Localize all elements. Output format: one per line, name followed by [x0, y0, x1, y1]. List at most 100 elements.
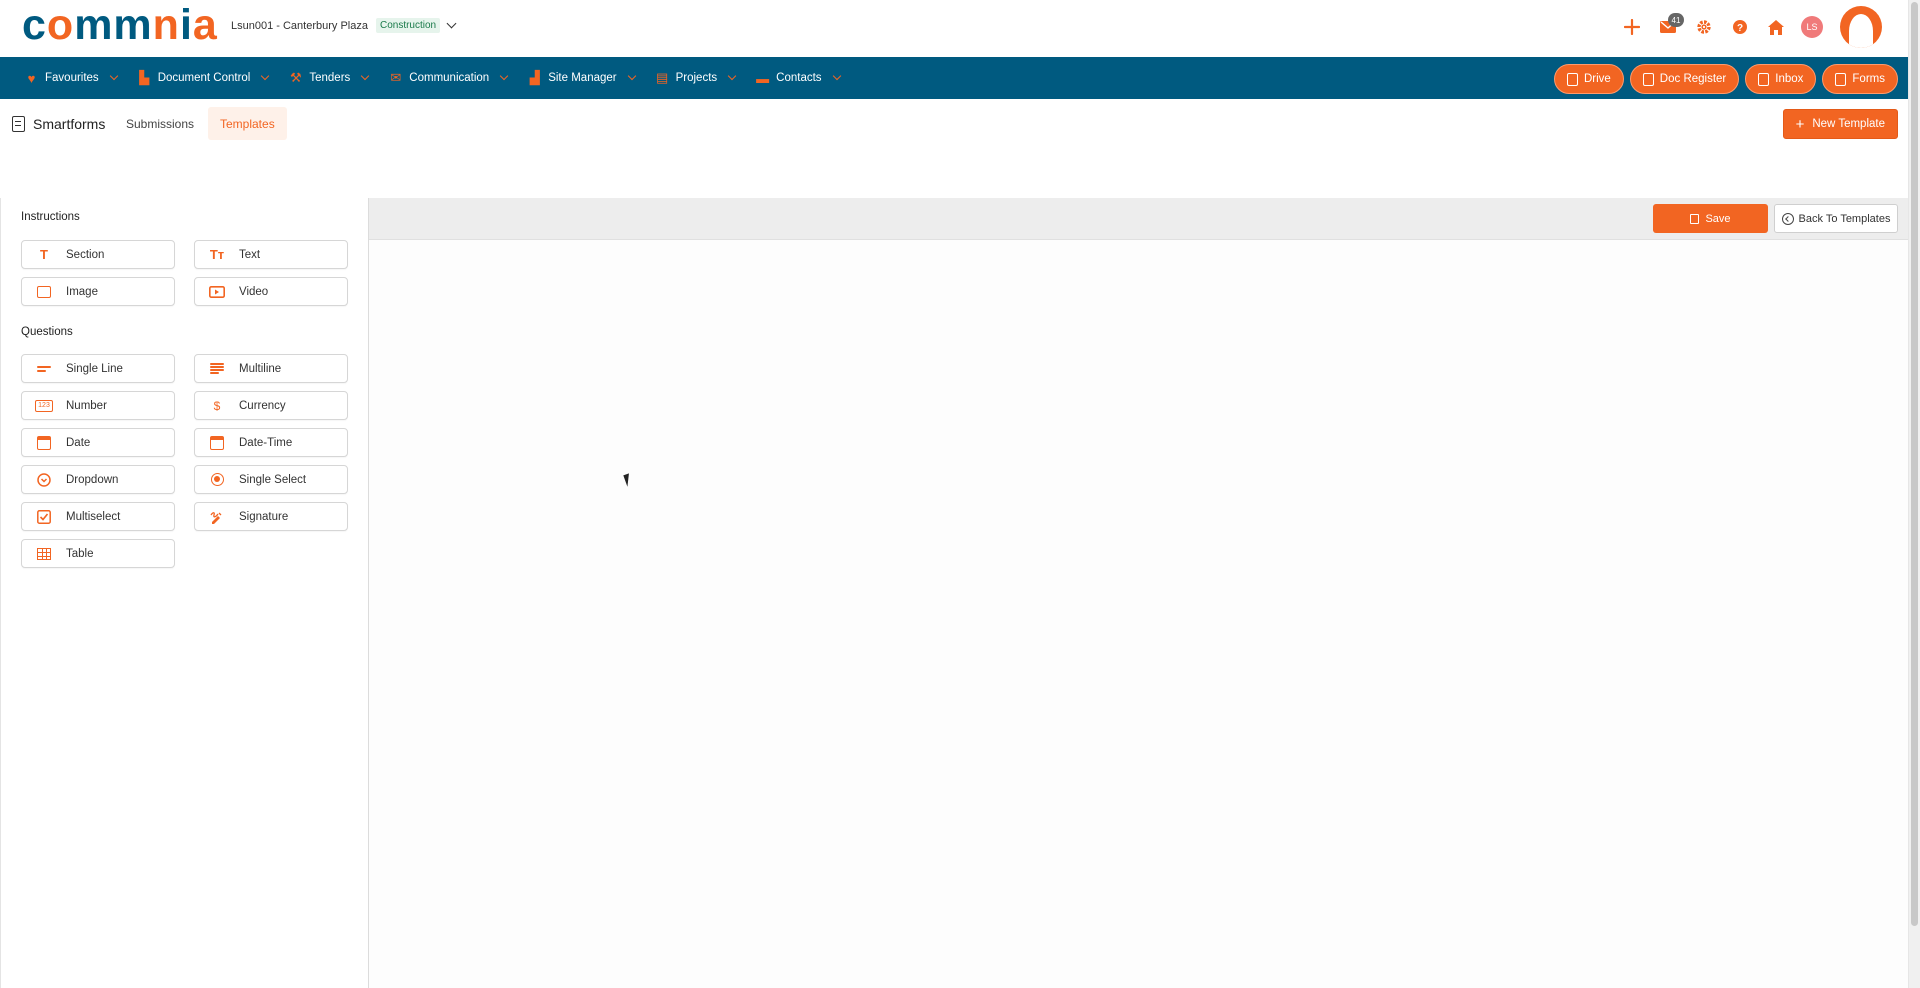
main-navigation: ♥ Favourites ▙ Document Control ⚒ Tender…: [0, 57, 1908, 99]
inbox-button[interactable]: Inbox: [1745, 64, 1817, 94]
palette-currency-button[interactable]: $ Currency: [194, 391, 348, 420]
smartforms-subheader: Smartforms Submissions Templates + New T…: [0, 99, 1908, 149]
nav-label: Communication: [409, 72, 490, 84]
plus-icon[interactable]: [1614, 9, 1650, 45]
palette-video-button[interactable]: Video: [194, 277, 348, 306]
palette-date-button[interactable]: Date: [21, 428, 175, 457]
palette-table-button[interactable]: Table: [21, 539, 175, 568]
user-initials: LS: [1801, 16, 1823, 38]
chevron-down-icon: [446, 18, 457, 29]
nav-label: Tenders: [309, 72, 351, 84]
date-time-icon: [195, 435, 239, 450]
contacts-icon: ▬: [756, 70, 770, 86]
page-scrollbar[interactable]: [1908, 0, 1920, 988]
drive-button[interactable]: Drive: [1553, 64, 1624, 94]
palette-button-label: Multiselect: [66, 510, 121, 523]
page-title-text: Smartforms: [33, 116, 106, 132]
back-to-templates-button[interactable]: Back To Templates: [1774, 204, 1898, 233]
nav-contacts[interactable]: ▬ Contacts: [753, 57, 847, 99]
heart-icon: ♥: [27, 70, 36, 86]
date-icon: [22, 435, 66, 450]
nav-document-control[interactable]: ▙ Document Control: [135, 57, 277, 99]
palette-button-label: Single Line: [66, 362, 123, 375]
tab-submissions[interactable]: Submissions: [114, 107, 206, 140]
currency-icon-text: $: [213, 398, 221, 413]
palette-image-button[interactable]: Image: [21, 277, 175, 306]
help-icon[interactable]: ?: [1722, 9, 1758, 45]
palette-date-time-button[interactable]: Date-Time: [194, 428, 348, 457]
forms-button[interactable]: Forms: [1822, 64, 1898, 94]
gavel-icon: ⚒: [290, 70, 302, 85]
text-icon: Tт: [209, 247, 225, 262]
top-header: commnia Lsun001 - Canterbury Plaza Const…: [0, 0, 1908, 57]
forms-label: Forms: [1852, 73, 1885, 85]
nav-label: Site Manager: [548, 72, 617, 84]
doc-register-button[interactable]: Doc Register: [1629, 64, 1740, 94]
user-avatar[interactable]: LS: [1794, 9, 1830, 45]
header-actions: 41 ? LS: [1614, 6, 1882, 48]
chevron-down-icon: [627, 71, 636, 81]
field-palette: Instructions T Section Tт Text Image Vid…: [0, 198, 369, 988]
palette-multiselect-button[interactable]: Multiselect: [21, 502, 175, 531]
register-icon: [1642, 72, 1654, 86]
save-label: Save: [1705, 212, 1731, 225]
projects-icon: ▤: [655, 70, 669, 85]
home-icon[interactable]: [1758, 9, 1794, 45]
page-title: Smartforms: [12, 116, 105, 132]
table-icon: [22, 547, 66, 560]
chevron-down-icon: [109, 71, 118, 81]
palette-text-button[interactable]: Tт Text: [194, 240, 348, 269]
palette-button-label: Single Select: [239, 473, 307, 486]
scrollbar-thumb[interactable]: [1911, 2, 1918, 926]
template-canvas[interactable]: Save Back To Templates: [369, 198, 1908, 988]
nav-projects[interactable]: ▤ Projects: [653, 57, 744, 99]
palette-button-label: Image: [66, 285, 98, 298]
gear-icon[interactable]: [1686, 9, 1722, 45]
doc-register-label: Doc Register: [1659, 73, 1727, 85]
questions-heading: Questions: [21, 326, 73, 338]
palette-button-label: Section: [66, 248, 105, 261]
mail-icon[interactable]: 41: [1650, 9, 1686, 45]
palette-button-label: Table: [66, 547, 94, 560]
save-button[interactable]: Save: [1653, 204, 1768, 233]
app-logo[interactable]: commnia: [22, 3, 218, 46]
palette-number-button[interactable]: 123 Number: [21, 391, 175, 420]
number-icon: 123: [22, 399, 66, 412]
palette-button-label: Date: [66, 436, 91, 449]
palette-button-label: Number: [66, 399, 107, 412]
plus-icon: +: [1795, 115, 1805, 133]
project-selector[interactable]: Lsun001 - Canterbury Plaza Construction: [231, 18, 457, 33]
palette-button-label: Text: [239, 248, 261, 261]
palette-multiline-button[interactable]: Multiline: [194, 354, 348, 383]
new-template-button[interactable]: + New Template: [1782, 109, 1898, 139]
palette-button-label: Video: [239, 285, 269, 298]
multiline-icon: [195, 362, 239, 375]
tab-templates[interactable]: Templates: [208, 107, 287, 140]
palette-signature-button[interactable]: Signature: [194, 502, 348, 531]
smartforms-icon: [12, 116, 25, 132]
palette-single-select-button[interactable]: Single Select: [194, 465, 348, 494]
single-select-icon: [195, 473, 239, 486]
save-icon: [1690, 213, 1700, 224]
back-arrow-icon: [1781, 212, 1794, 225]
section-icon: T: [40, 247, 48, 262]
number-icon-text: 123: [35, 399, 53, 412]
video-icon: [195, 285, 239, 298]
nav-communication[interactable]: ✉ Communication: [386, 57, 515, 99]
palette-button-label: Date-Time: [239, 436, 293, 449]
palette-button-label: Multiline: [239, 362, 282, 375]
inbox-label: Inbox: [1775, 73, 1804, 85]
support-agent-avatar[interactable]: [1840, 6, 1882, 48]
nav-tenders[interactable]: ⚒ Tenders: [286, 57, 376, 99]
nav-site-manager[interactable]: ▟ Site Manager: [525, 57, 642, 99]
palette-single-line-button[interactable]: Single Line: [21, 354, 175, 383]
nav-favourites[interactable]: ♥ Favourites: [22, 57, 125, 99]
nav-label: Favourites: [45, 72, 99, 84]
chevron-down-icon: [727, 71, 737, 81]
palette-button-label: Dropdown: [66, 473, 119, 486]
drive-icon: [1566, 72, 1578, 86]
currency-icon: $: [195, 399, 239, 413]
palette-section-button[interactable]: T Section: [21, 240, 175, 269]
palette-dropdown-button[interactable]: Dropdown: [21, 465, 175, 494]
nav-label: Contacts: [776, 72, 822, 84]
